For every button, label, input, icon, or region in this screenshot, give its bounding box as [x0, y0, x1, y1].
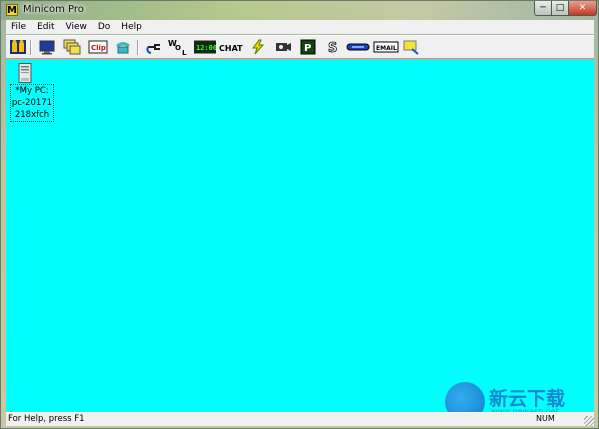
chat-icon[interactable]: CHAT	[219, 39, 243, 55]
email-icon[interactable]: EMAIL	[373, 39, 399, 55]
svg-text:Clip: Clip	[91, 44, 106, 52]
menu-edit[interactable]: Edit	[32, 22, 60, 32]
email-text: EMAIL	[376, 45, 397, 52]
p-text: P	[304, 43, 311, 54]
menu-file[interactable]: File	[6, 22, 32, 32]
svg-text:L: L	[182, 49, 187, 56]
plug-icon[interactable]	[145, 39, 163, 55]
computer-label[interactable]: *My PC: pc-20171 218xfch	[10, 84, 54, 122]
network-icon[interactable]	[346, 39, 370, 55]
users-icon[interactable]	[9, 39, 27, 55]
menu-view[interactable]: View	[61, 22, 93, 32]
desktop-area[interactable]: *My PC: pc-20171 218xfch 新云下载 www.newasp…	[6, 60, 594, 422]
clock-text: 12:00	[196, 44, 216, 52]
app-icon[interactable]: M	[6, 4, 18, 16]
app-window: M Minicom Pro ─ □ ✕ File Edit View Do He…	[0, 0, 599, 429]
s-text: S	[328, 41, 337, 55]
minimize-button[interactable]: ─	[534, 1, 552, 16]
s-icon[interactable]: S	[324, 39, 342, 55]
monitor-icon[interactable]	[38, 39, 56, 55]
maximize-button[interactable]: □	[551, 1, 569, 16]
computer-icon[interactable]	[18, 63, 32, 83]
close-button[interactable]: ✕	[568, 1, 597, 16]
resize-grip[interactable]	[584, 416, 594, 426]
toolbar-separator	[30, 40, 32, 55]
window-title: Minicom Pro	[23, 4, 84, 15]
clock-icon[interactable]: 12:00	[194, 39, 216, 55]
chat-text: CHAT	[219, 44, 243, 53]
lightning-icon[interactable]	[249, 39, 267, 55]
telephone-icon[interactable]	[114, 39, 132, 55]
status-help-text: For Help, press F1	[8, 414, 85, 424]
wol-icon[interactable]: WOL	[167, 39, 189, 56]
toolbar-separator	[137, 40, 139, 55]
menu-help[interactable]: Help	[116, 22, 148, 32]
camera-icon[interactable]	[274, 39, 292, 55]
toolbar: Clip WOL 12:00 CHAT P S EMAIL	[6, 35, 594, 59]
computer-label-line: 218xfch	[14, 110, 50, 120]
title-bar[interactable]: M Minicom Pro ─ □ ✕	[1, 1, 598, 20]
computer-label-line: *My PC:	[15, 86, 49, 96]
yellow-note-icon[interactable]	[402, 39, 420, 55]
clip-icon[interactable]: Clip	[88, 39, 108, 55]
computer-label-line: pc-20171	[11, 98, 53, 108]
windows-icon[interactable]	[63, 39, 81, 55]
svg-text:O: O	[175, 44, 181, 52]
num-lock-indicator: NUM	[536, 414, 555, 423]
menu-bar: File Edit View Do Help	[6, 20, 594, 34]
status-bar: For Help, press F1 NUM	[6, 412, 594, 426]
menu-do[interactable]: Do	[93, 22, 116, 32]
p-icon[interactable]: P	[299, 39, 317, 55]
